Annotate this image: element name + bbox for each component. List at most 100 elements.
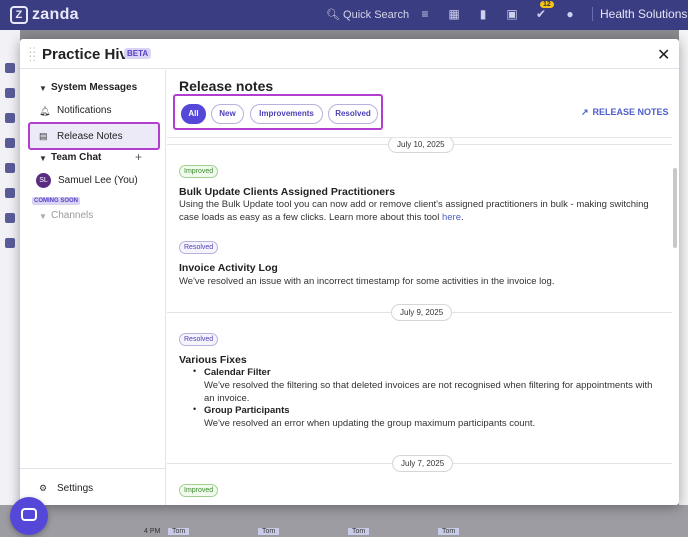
- app-logo[interactable]: Zzanda: [10, 6, 79, 24]
- release-item-body: Using the Bulk Update tool you can now a…: [179, 199, 669, 224]
- chat-icon[interactable]: ●: [563, 7, 577, 21]
- document-icon: ▤: [39, 131, 48, 141]
- drag-handle-icon[interactable]: ::::::: [29, 46, 36, 64]
- calendar-event[interactable]: Tom: [348, 528, 370, 535]
- filter-group: All New Improvements Resolved: [173, 94, 383, 130]
- app-sidebar: [0, 30, 20, 537]
- practice-hive-modal: :::::: Practice Hive BETA ✕ ▼ System Mes…: [20, 39, 679, 505]
- calendar-nav-icon[interactable]: [5, 63, 15, 73]
- sidebar-item-release-notes[interactable]: ▤ Release Notes: [28, 122, 160, 150]
- section-channels: ▼ Channels: [20, 210, 166, 224]
- release-item-text-suffix: .: [460, 211, 464, 223]
- section-label: System Messages: [51, 82, 138, 93]
- app-calendar-backdrop: 4 PM Tom Tom Tom Tom: [0, 505, 688, 537]
- status-badge: Improved: [179, 484, 219, 497]
- avatar: SL: [36, 173, 51, 188]
- bullet-body: We've resolved an error when updating th…: [204, 418, 536, 429]
- calendar-time: 4 PM: [144, 528, 161, 535]
- check-circle-icon[interactable]: ✔: [534, 7, 548, 21]
- sidebar-item-settings[interactable]: ⚙ Settings: [20, 483, 166, 497]
- date-divider: July 10, 2025: [167, 138, 672, 153]
- app-topbar: Zzanda 🔍︎ Quick Search ≡ ▦ ▮ ▣ ✔ ● 12 He…: [0, 0, 688, 30]
- release-notes-link-label: RELEASE NOTES: [592, 107, 669, 117]
- close-icon[interactable]: ✕: [657, 45, 670, 65]
- modal-title: Practice Hive: [42, 46, 137, 63]
- release-notes-panel: Release notes All New Improvements Resol…: [167, 70, 679, 505]
- organization-name[interactable]: Health Solutions: [592, 7, 687, 21]
- page-title: Release notes: [179, 78, 274, 94]
- modal-sidebar: ▼ System Messages 🔔︎ Notifications ▤ Rel…: [20, 70, 166, 505]
- calendar-event[interactable]: Tom: [258, 528, 280, 535]
- tools-nav-icon[interactable]: [5, 163, 15, 173]
- date-label: July 10, 2025: [388, 138, 454, 153]
- date-divider: July 9, 2025: [167, 304, 672, 321]
- modal-header: :::::: Practice Hive BETA ✕: [20, 39, 679, 69]
- calculator-icon[interactable]: ▦: [447, 7, 461, 21]
- date-label: July 9, 2025: [391, 304, 453, 321]
- clients-nav-icon[interactable]: [5, 88, 15, 98]
- add-icon[interactable]: +: [135, 150, 142, 164]
- app-right-edge: [679, 30, 688, 537]
- gear-icon: ⚙: [39, 483, 48, 493]
- quick-search[interactable]: 🔍︎ Quick Search: [326, 8, 409, 21]
- calendar-event[interactable]: Tom: [438, 528, 460, 535]
- section-team-chat[interactable]: ▼ Team Chat +: [20, 150, 166, 166]
- filter-all-button[interactable]: All: [181, 104, 206, 124]
- filter-new-button[interactable]: New: [211, 104, 244, 124]
- bullet-icon: •: [193, 366, 197, 376]
- feed-scrollbar[interactable]: [673, 168, 677, 248]
- release-item-body: We've resolved an issue with an incorrec…: [179, 276, 555, 287]
- release-item-title: Various Fixes: [179, 354, 247, 366]
- clipboard-icon[interactable]: ▮: [476, 7, 490, 21]
- filter-improvements-button[interactable]: Improvements: [250, 104, 323, 124]
- chevron-down-icon: ▼: [39, 212, 47, 221]
- release-notes-feed: July 10, 2025 Improved Bulk Update Clien…: [167, 137, 672, 505]
- zanda-logo-icon: Z: [10, 6, 28, 24]
- sidebar-item-label: Notifications: [57, 105, 112, 116]
- release-item-title: Bulk Update Clients Assigned Practitione…: [179, 186, 396, 198]
- search-icon: 🔍︎: [326, 9, 340, 21]
- help-nav-icon[interactable]: [5, 238, 15, 248]
- calendar-icon[interactable]: ▣: [505, 7, 519, 21]
- chat-user-name: Samuel Lee (You): [58, 175, 138, 186]
- beta-badge: BETA: [124, 48, 152, 59]
- status-badge: Resolved: [179, 241, 219, 254]
- date-divider: July 7, 2025: [167, 455, 672, 472]
- release-item-title: Invoice Activity Log: [179, 262, 278, 274]
- learn-more-link[interactable]: here: [442, 212, 461, 223]
- chevron-down-icon: ▼: [39, 84, 47, 93]
- reports-nav-icon[interactable]: [5, 138, 15, 148]
- app-brand: zanda: [32, 6, 79, 24]
- bullet-icon: •: [193, 404, 197, 414]
- bell-icon: 🔔︎: [39, 106, 51, 116]
- sidebar-item-label: Settings: [57, 483, 94, 494]
- messages-nav-icon[interactable]: [5, 113, 15, 123]
- section-label: Team Chat: [51, 152, 102, 163]
- status-badge: Resolved: [179, 333, 219, 346]
- bullet-body: We've resolved the filtering so that del…: [204, 380, 653, 404]
- sidebar-footer: ⚙ Settings: [20, 468, 166, 505]
- bullet-title: Calendar Filter: [204, 367, 271, 378]
- status-badge: Improved: [179, 165, 219, 178]
- sidebar-item-label: Release Notes: [57, 131, 123, 142]
- chevron-down-icon: ▼: [39, 154, 47, 163]
- release-item-text: Using the Bulk Update tool you can now a…: [179, 199, 649, 223]
- topbar-icons: ≡ ▦ ▮ ▣ ✔ ●: [418, 7, 577, 21]
- release-notes-link[interactable]: ↗ RELEASE NOTES: [581, 107, 669, 118]
- chat-launcher-button[interactable]: [10, 497, 48, 535]
- external-link-icon: ↗: [581, 107, 589, 117]
- quick-search-label: Quick Search: [343, 9, 410, 21]
- chat-user-item[interactable]: SL Samuel Lee (You): [20, 173, 166, 189]
- calendar-event[interactable]: Tom: [168, 528, 190, 535]
- sidebar-item-notifications[interactable]: 🔔︎ Notifications: [20, 105, 166, 119]
- coming-soon-badge: COMING SOON: [32, 197, 81, 205]
- section-label: Channels: [51, 210, 94, 221]
- date-label: July 7, 2025: [392, 455, 454, 472]
- chat-bubble-icon: [21, 508, 37, 521]
- documents-nav-icon[interactable]: [5, 188, 15, 198]
- bullet-title: Group Participants: [204, 405, 290, 416]
- settings-nav-icon[interactable]: [5, 213, 15, 223]
- section-system-messages[interactable]: ▼ System Messages: [20, 82, 166, 96]
- filter-resolved-button[interactable]: Resolved: [328, 104, 378, 124]
- menu-icon[interactable]: ≡: [418, 7, 432, 21]
